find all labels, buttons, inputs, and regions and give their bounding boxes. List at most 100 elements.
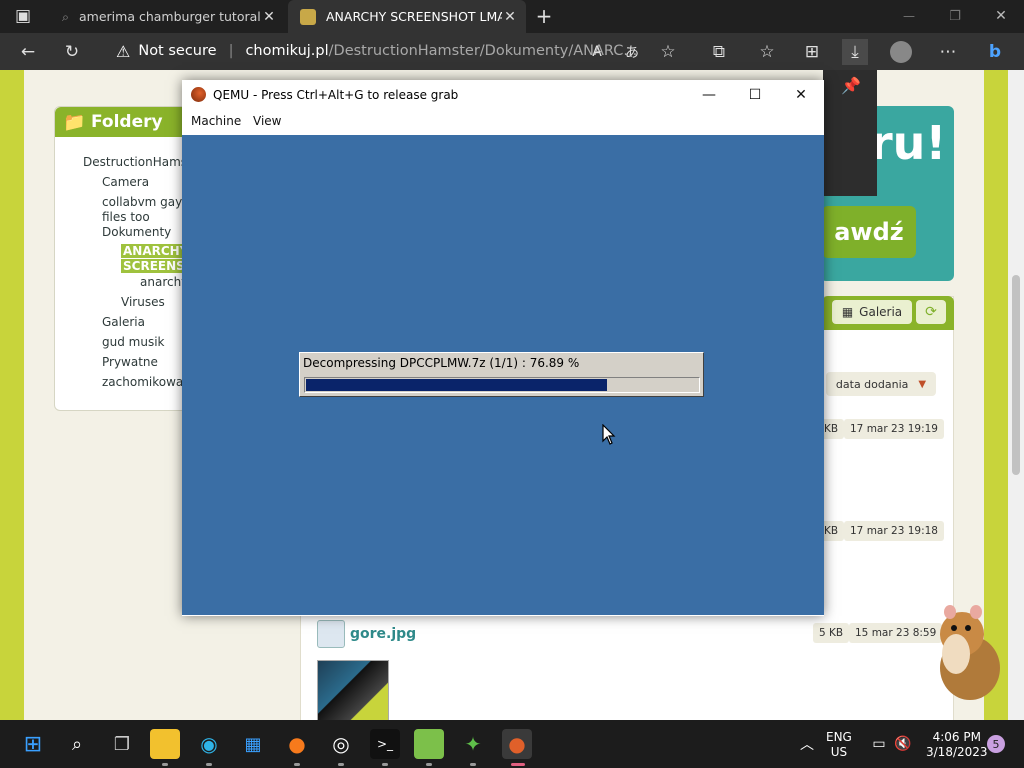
search-icon: ⌕: [62, 8, 70, 24]
tree-item-dokumenty[interactable]: Dokumenty: [102, 225, 171, 239]
language-indicator[interactable]: ENG US: [826, 730, 852, 760]
file-link[interactable]: gore.jpg: [350, 626, 416, 642]
qemu-maximize-button[interactable]: ☐: [732, 80, 778, 110]
browser-tabbar: ▣ ⌕ amerima chamburger tutoral - Se ✕ AN…: [0, 0, 1024, 33]
clock[interactable]: 4:06 PM 3/18/2023: [926, 730, 988, 760]
tree-item-camera[interactable]: Camera: [102, 175, 149, 189]
running-indicator: [470, 763, 476, 766]
more-options-icon[interactable]: ⋯: [935, 39, 961, 65]
bing-copilot-icon[interactable]: b: [982, 39, 1008, 65]
running-indicator: [382, 763, 388, 766]
qemu-minimize-button[interactable]: —: [686, 80, 732, 110]
menu-machine[interactable]: Machine: [191, 114, 241, 128]
translate-icon[interactable]: あ: [619, 39, 645, 65]
tab-close-icon[interactable]: ✕: [261, 9, 277, 25]
terminal-icon[interactable]: >_: [370, 729, 400, 759]
tab-anarchy-screenshot[interactable]: ANARCHY SCREENSHOT LMAO ✕: [288, 0, 526, 33]
mouse-cursor-icon: [602, 424, 616, 445]
qemu-taskbar-icon[interactable]: ●: [502, 729, 532, 759]
network-app-icon[interactable]: ✦: [458, 729, 488, 759]
tree-item-viruses[interactable]: Viruses: [121, 295, 165, 309]
tree-item-galeria[interactable]: Galeria: [102, 315, 145, 329]
file-date-badge: 17 mar 23 19:19: [844, 419, 944, 439]
profile-avatar-icon[interactable]: [888, 39, 914, 65]
language-code: ENG: [826, 730, 852, 744]
tab-close-icon[interactable]: ✕: [502, 9, 518, 25]
qemu-titlebar[interactable]: QEMU - Press Ctrl+Alt+G to release grab …: [182, 80, 824, 110]
window-restore-button[interactable]: ❐: [942, 3, 968, 29]
file-date-badge: 17 mar 23 19:18: [844, 521, 944, 541]
extensions-icon[interactable]: ⧉: [706, 39, 732, 65]
gallery-view-button[interactable]: ▦ Galeria: [832, 300, 912, 324]
clock-time: 4:06 PM: [932, 730, 981, 744]
qemu-window: QEMU - Press Ctrl+Alt+G to release grab …: [182, 80, 824, 616]
banner-button[interactable]: awdź: [822, 206, 916, 258]
read-aloud-icon[interactable]: A: [584, 39, 610, 65]
downloads-icon[interactable]: ⤓: [842, 39, 868, 65]
tree-item-zachomikowane[interactable]: zachomikowan: [102, 375, 191, 389]
decompress-dialog: Decompressing DPCCPLMW.7z (1/1) : 76.89 …: [299, 352, 704, 397]
folder-icon: 📁: [63, 111, 86, 133]
tree-item-collabvm-2[interactable]: files too: [102, 210, 150, 224]
file-size-badge: 5 KB: [813, 623, 850, 643]
qemu-title: QEMU - Press Ctrl+Alt+G to release grab: [213, 88, 459, 102]
tab-hamburger-tutorial[interactable]: ⌕ amerima chamburger tutoral - Se ✕: [50, 0, 285, 33]
tree-item-anarchy-selected[interactable]: ANARCHY: [121, 244, 191, 258]
sort-dropdown[interactable]: data dodania ▼: [826, 372, 936, 396]
tab-actions-icon[interactable]: ▣: [10, 3, 36, 29]
grid-icon: ▦: [841, 305, 854, 319]
sort-label: data dodania: [835, 377, 909, 391]
collections-icon[interactable]: ⊞: [799, 39, 825, 65]
url-domain: chomikuj.pl: [245, 43, 329, 59]
caret-down-icon: ▼: [918, 378, 927, 390]
decompress-status: Decompressing DPCCPLMW.7z (1/1) : 76.89 …: [303, 356, 580, 370]
tab-title: amerima chamburger tutoral - Se: [79, 9, 261, 24]
region-code: US: [830, 745, 848, 759]
pin-icon[interactable]: 📌: [841, 76, 861, 95]
image-file-icon: [317, 620, 345, 648]
decompress-progress-bar: [304, 377, 700, 393]
task-view-icon[interactable]: ❐: [107, 729, 137, 759]
scroll-thumb[interactable]: [1012, 275, 1020, 475]
site-favicon-icon: [300, 8, 316, 25]
microsoft-store-icon[interactable]: ▦: [238, 729, 268, 759]
qemu-close-button[interactable]: ✕: [778, 80, 824, 110]
clock-date: 3/18/2023: [926, 745, 988, 759]
running-indicator: [511, 763, 525, 766]
new-tab-button[interactable]: +: [531, 3, 557, 29]
favorite-star-icon[interactable]: ☆: [655, 39, 681, 65]
running-indicator: [206, 763, 212, 766]
security-label: Not secure: [138, 43, 217, 59]
file-explorer-icon[interactable]: [150, 729, 180, 759]
window-close-button[interactable]: ✕: [988, 3, 1014, 29]
search-icon[interactable]: ⌕: [62, 729, 92, 759]
tree-item-root[interactable]: DestructionHams: [83, 155, 187, 169]
compass-app-icon[interactable]: ◎: [326, 729, 356, 759]
refresh-list-button[interactable]: ⟳: [916, 300, 946, 324]
notepad-plus-icon[interactable]: [414, 729, 444, 759]
qemu-menubar: Machine View: [182, 110, 824, 134]
firefox-icon[interactable]: ●: [282, 729, 312, 759]
tab-title: ANARCHY SCREENSHOT LMAO: [326, 9, 502, 24]
tree-item-gud-musik[interactable]: gud musik: [102, 335, 164, 349]
favorites-icon[interactable]: ☆: [754, 39, 780, 65]
back-arrow-icon[interactable]: ←: [15, 39, 41, 65]
page-scrollbar[interactable]: [1008, 70, 1024, 720]
running-indicator: [294, 763, 300, 766]
start-windows-icon[interactable]: ⊞: [18, 729, 48, 759]
edge-browser-icon[interactable]: ◉: [194, 729, 224, 759]
qemu-app-icon: [191, 87, 206, 102]
tree-item-prywatne[interactable]: Prywatne: [102, 355, 158, 369]
gallery-label: Galeria: [859, 305, 903, 319]
running-indicator: [338, 763, 344, 766]
guest-display[interactable]: Decompressing DPCCPLMW.7z (1/1) : 76.89 …: [182, 135, 824, 615]
volume-muted-icon[interactable]: 🔇: [888, 729, 918, 759]
banner-headline: ru!: [870, 116, 947, 170]
image-thumbnail[interactable]: [317, 660, 389, 722]
refresh-icon[interactable]: ↻: [59, 39, 85, 65]
window-minimize-button[interactable]: —: [896, 3, 922, 29]
notification-badge[interactable]: 5: [987, 735, 1005, 753]
menu-view[interactable]: View: [253, 114, 281, 128]
tree-item-collabvm[interactable]: collabvm gay: [102, 195, 182, 209]
show-hidden-icons-chevron[interactable]: ︿: [792, 729, 822, 759]
